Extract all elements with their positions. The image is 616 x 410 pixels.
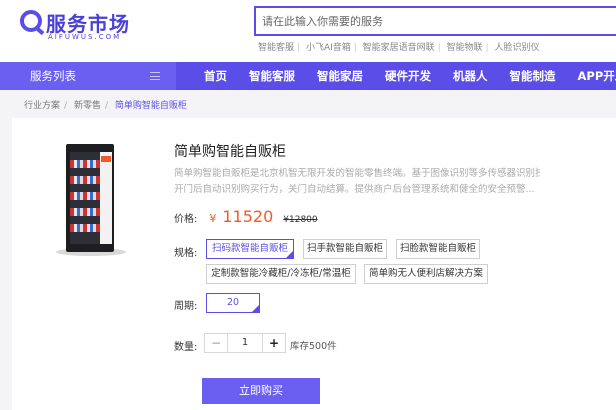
logo-q-icon: [20, 10, 42, 32]
category-menu[interactable]: 服务列表: [0, 62, 176, 90]
breadcrumb: 行业方案 / 新零售 / 简单购智能自贩柜: [24, 101, 187, 111]
hotword-link[interactable]: 智能家居语音网联: [363, 43, 435, 53]
breadcrumb-link[interactable]: 新零售: [74, 101, 101, 111]
quantity-decrease-button[interactable]: −: [205, 334, 227, 352]
spec-label: 规格:: [174, 248, 198, 259]
logo-subtext: AIFUWUS.COM: [48, 33, 122, 41]
quantity-stepper: − 1 +: [204, 333, 286, 353]
nav-item-hardware[interactable]: 硬件开发: [385, 62, 431, 90]
header: 服务市场 AIFUWUS.COM 智能客服| 小飞AI音箱| 智能家居语音网联|…: [0, 0, 616, 62]
period-label: 周期:: [174, 301, 198, 312]
quantity-increase-button[interactable]: +: [263, 334, 285, 352]
description-line: 简单购智能自贩柜是北京机智无限开发的智能零售终端。基于图像识别等多传感器识别技术…: [174, 168, 540, 179]
hotword-link[interactable]: 智能客服: [258, 43, 294, 53]
hotword-link[interactable]: 人脸识别仪: [495, 43, 540, 53]
breadcrumb-link[interactable]: 行业方案: [24, 101, 60, 111]
period-option[interactable]: 20: [206, 293, 260, 313]
spec-option-scan-hand[interactable]: 扫手款智能自贩柜: [303, 239, 387, 259]
brand-badge-icon: [101, 156, 111, 162]
buy-now-button[interactable]: 立即购买: [202, 378, 320, 404]
breadcrumb-current: 简单购智能自贩柜: [114, 101, 187, 111]
main-nav: 服务列表 首页 智能客服 智能家居 硬件开发 机器人 智能制造 APP开发: [0, 62, 616, 90]
spec-option-scan-code[interactable]: 扫码款智能自贩柜: [206, 239, 294, 259]
price-value: 11520: [222, 207, 274, 226]
hotword-link[interactable]: 小飞AI音箱: [306, 43, 351, 53]
original-price: ¥12800: [283, 215, 318, 225]
nav-item-home[interactable]: 首页: [204, 62, 227, 90]
nav-item-robot[interactable]: 机器人: [453, 62, 488, 90]
site-logo[interactable]: 服务市场 AIFUWUS.COM: [20, 8, 140, 44]
spec-option-unmanned-store[interactable]: 简单购无人便利店解决方案: [364, 264, 488, 284]
nav-item-smart-home[interactable]: 智能家居: [317, 62, 363, 90]
quantity-label: 数量:: [174, 342, 198, 353]
search-box: [254, 6, 616, 36]
product-title: 简单购智能自贩柜: [174, 144, 286, 160]
menu-icon: [150, 72, 160, 80]
vending-cabinet-image: [66, 144, 114, 252]
price-row: 价格: ¥11520 ¥12800: [174, 207, 318, 229]
price-label: 价格:: [174, 214, 198, 225]
category-label: 服务列表: [30, 69, 76, 83]
quantity-input[interactable]: 1: [227, 334, 263, 352]
nav-item-manufacturing[interactable]: 智能制造: [510, 62, 556, 90]
stock-count: 库存500件: [290, 341, 337, 352]
product-image: [54, 144, 134, 258]
description-line: 开门后自动识别购买行为，关门自动结算。提供商户后台管理系统和健全的安全预警...: [174, 184, 535, 195]
hotword-link[interactable]: 智能物联: [447, 43, 483, 53]
currency-symbol: ¥: [209, 212, 217, 225]
nav-items: 首页 智能客服 智能家居 硬件开发 机器人 智能制造 APP开发: [204, 62, 616, 90]
spec-option-face[interactable]: 扫脸款智能自贩柜: [396, 239, 480, 259]
spec-option-custom[interactable]: 定制款智能冷藏柜/冷冻柜/常温柜: [206, 264, 356, 284]
hot-keywords: 智能客服 | 小飞AI音箱 | 智能家居语音网联 | 智能物联 | 人脸识别仪: [258, 43, 540, 53]
product-description: 简单购智能自贩柜是北京机智无限开发的智能零售终端。基于图像识别等多传感器识别技术…: [174, 166, 540, 198]
nav-item-customer-service[interactable]: 智能客服: [249, 62, 295, 90]
nav-item-app-dev[interactable]: APP开发: [578, 62, 616, 90]
search-input[interactable]: [256, 8, 616, 34]
